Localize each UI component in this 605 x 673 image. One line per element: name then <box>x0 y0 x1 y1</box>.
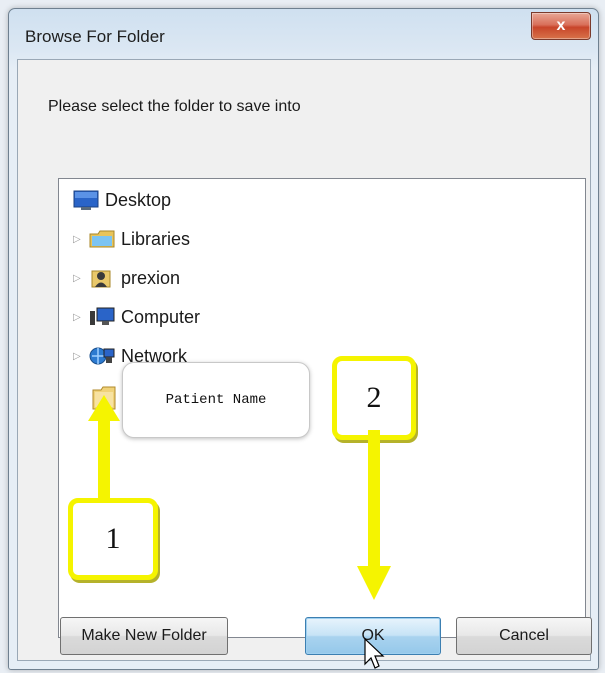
tree-item-computer[interactable]: ▷ Computer <box>73 302 200 332</box>
tree-item-prexion[interactable]: ▷ prexion <box>73 263 180 293</box>
close-button[interactable]: x <box>531 12 591 40</box>
tree-item-libraries[interactable]: ▷ Libraries <box>73 224 190 254</box>
instruction-text: Please select the folder to save into <box>48 98 301 115</box>
tree-item-label: prexion <box>121 267 181 288</box>
folder-name-tooltip: Patient Name <box>122 362 310 438</box>
expand-arrow-icon[interactable]: ▷ <box>73 351 85 362</box>
expand-arrow-icon[interactable]: ▷ <box>73 312 85 323</box>
mouse-cursor-icon <box>364 638 385 669</box>
close-icon: x <box>556 17 566 34</box>
callout-2: 2 <box>332 356 416 440</box>
desktop-icon <box>73 189 99 211</box>
tree-item-label: Computer <box>121 306 201 327</box>
user-folder-icon <box>89 267 115 289</box>
tooltip-text: Patient Name <box>165 392 267 408</box>
callout-1-label: 1 <box>105 522 121 555</box>
annotation-arrow-down <box>357 430 391 600</box>
callout-2-label: 2 <box>366 381 382 414</box>
network-icon <box>89 345 115 367</box>
computer-icon <box>89 306 115 328</box>
tree-item-desktop[interactable]: Desktop <box>73 185 171 215</box>
libraries-icon <box>89 228 115 250</box>
tree-item-label: Libraries <box>121 228 191 249</box>
annotation-arrow-up <box>88 395 120 505</box>
expand-arrow-icon[interactable]: ▷ <box>73 234 85 245</box>
dialog-title: Browse For Folder <box>25 27 165 46</box>
cancel-button[interactable]: Cancel <box>456 617 592 655</box>
expand-arrow-icon[interactable]: ▷ <box>73 273 85 284</box>
callout-1: 1 <box>68 498 158 580</box>
tree-item-label: Desktop <box>105 189 172 210</box>
make-new-folder-button[interactable]: Make New Folder <box>60 617 228 655</box>
